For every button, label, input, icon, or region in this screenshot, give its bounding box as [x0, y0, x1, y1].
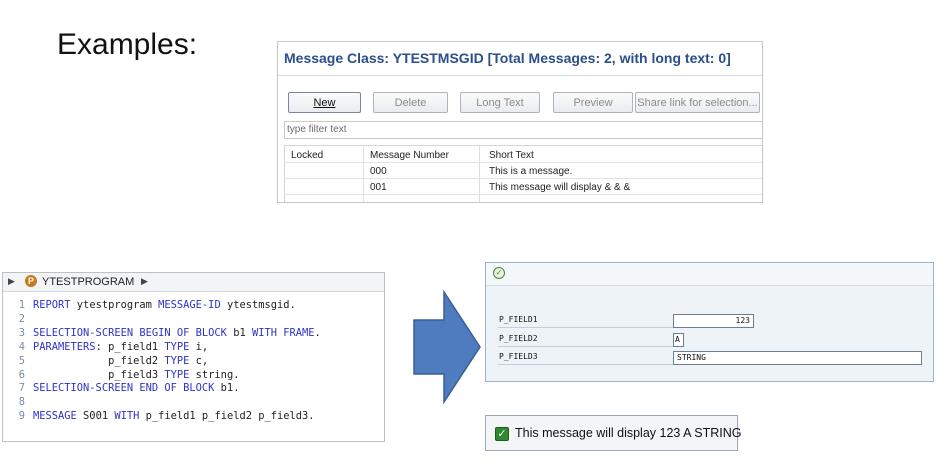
delete-button[interactable]: Delete	[373, 92, 448, 113]
code-keyword: WITH	[114, 410, 140, 423]
status-message-bar[interactable]: ✓ This message will display 123 A STRING	[485, 415, 742, 451]
code-text: S001	[76, 410, 115, 423]
code-text: p_field2	[33, 354, 165, 367]
row-message-number[interactable]: 001	[370, 182, 387, 193]
row-divider	[284, 178, 762, 179]
code-keyword: PARAMETERS	[33, 340, 96, 353]
code-keyword: TYPE	[164, 368, 190, 381]
code-line[interactable]: 3 SELECTION-SCREEN BEGIN OF BLOCK b1 WITH…	[3, 327, 321, 341]
line-number: 6	[18, 368, 25, 381]
line-number: 5	[18, 354, 25, 367]
code-line[interactable]: 5 p_field2 TYPE c,	[3, 355, 321, 369]
code-text: : p_field1	[95, 340, 165, 353]
code-keyword: MESSAGE-ID	[158, 299, 221, 311]
message-class-panel: Message Class: YTESTMSGID [Total Message…	[277, 41, 763, 203]
code-keyword: TYPE	[164, 354, 190, 367]
long-text-button[interactable]: Long Text	[460, 92, 540, 113]
row-short-text[interactable]: This message will display & & &	[489, 182, 630, 193]
code-line[interactable]: 2	[3, 313, 321, 327]
column-header-locked[interactable]: Locked	[291, 150, 323, 161]
code-text: ytestprogram	[70, 299, 159, 311]
filter-input[interactable]: type filter text	[284, 121, 762, 139]
field-label-p-field3: P_FIELD3	[499, 352, 538, 361]
code-text: string.	[189, 368, 240, 381]
code-line[interactable]: 6 p_field3 TYPE string.	[3, 369, 321, 383]
p-field2-input[interactable]: A	[673, 333, 684, 347]
editor-breadcrumb: ▶ P YTESTPROGRAM ▶	[3, 273, 384, 292]
line-number: 4	[18, 340, 25, 353]
p-field1-input[interactable]: 123	[673, 314, 754, 328]
code-line[interactable]: 9 MESSAGE S001 WITH p_field1 p_field2 p_f…	[3, 410, 321, 424]
code-keyword: WITH FRAME	[251, 326, 315, 339]
breadcrumb-arrow-icon[interactable]: ▶	[141, 276, 148, 287]
code-lines[interactable]: 1 REPORT ytestprogram MESSAGE-ID ytestmsg…	[3, 299, 321, 424]
code-line[interactable]: 4 PARAMETERS: p_field1 TYPE i,	[3, 341, 321, 355]
code-keyword: REPORT	[33, 299, 71, 311]
code-keyword: TYPE	[164, 340, 190, 353]
preview-button[interactable]: Preview	[553, 92, 633, 113]
line-number: 8	[18, 396, 25, 409]
header-divider	[284, 162, 762, 163]
code-keyword: SELECTION-SCREEN END OF BLOCK	[33, 382, 215, 395]
selection-screen-panel: ✓ P_FIELD1 123 P_FIELD2 A P_FIELD3 STRIN…	[485, 262, 934, 382]
selection-toolbar: ✓	[486, 263, 933, 286]
program-badge-icon: P	[25, 275, 37, 287]
code-line[interactable]: 8	[3, 396, 321, 410]
line-number: 1	[18, 299, 25, 311]
code-text: p_field1 p_field2 p_field3.	[139, 410, 315, 423]
code-line[interactable]: 7 SELECTION-SCREEN END OF BLOCK b1.	[3, 382, 321, 396]
line-number: 2	[18, 312, 25, 325]
success-check-icon: ✓	[495, 427, 509, 441]
line-number: 3	[18, 326, 25, 339]
breadcrumb-program-name[interactable]: YTESTPROGRAM	[42, 276, 134, 288]
row-divider	[284, 194, 762, 195]
new-button[interactable]: New	[288, 92, 361, 113]
code-keyword: MESSAGE	[33, 410, 77, 423]
p-field3-input[interactable]: STRING	[673, 351, 922, 365]
label-underline	[498, 346, 673, 347]
status-message-text: This message will display 123 A STRING	[515, 426, 742, 440]
new-button-label: New	[313, 97, 336, 109]
field-label-p-field2: P_FIELD2	[499, 334, 538, 343]
label-underline	[498, 364, 673, 365]
column-header-message-number[interactable]: Message Number	[370, 150, 449, 161]
code-text: c,	[189, 354, 209, 367]
arrow-right-icon	[413, 290, 481, 405]
line-number: 9	[18, 410, 25, 423]
code-text: i,	[189, 340, 209, 353]
execute-icon[interactable]: ✓	[493, 267, 505, 279]
code-editor-panel: ▶ P YTESTPROGRAM ▶ 1 REPORT ytestprogram …	[2, 272, 385, 442]
code-text: ytestmsgid.	[220, 299, 296, 311]
message-class-title: Message Class: YTESTMSGID [Total Message…	[284, 50, 731, 66]
title-divider	[278, 75, 762, 76]
code-line[interactable]: 1 REPORT ytestprogram MESSAGE-ID ytestmsg…	[3, 299, 321, 313]
field-label-p-field1: P_FIELD1	[499, 315, 538, 324]
code-text: p_field3	[33, 368, 165, 381]
code-keyword: SELECTION-SCREEN BEGIN OF BLOCK	[33, 326, 227, 339]
column-header-short-text[interactable]: Short Text	[489, 150, 534, 161]
breadcrumb-arrow-icon[interactable]: ▶	[8, 276, 15, 287]
row-message-number[interactable]: 000	[370, 166, 387, 177]
code-text: .	[314, 326, 321, 339]
code-text: b1.	[214, 382, 240, 395]
label-underline	[498, 327, 673, 328]
share-link-button[interactable]: Share link for selection...	[635, 92, 760, 113]
code-text: b1	[226, 326, 252, 339]
line-number: 7	[18, 382, 25, 395]
row-short-text[interactable]: This is a message.	[489, 166, 572, 177]
examples-heading: Examples:	[57, 28, 198, 61]
